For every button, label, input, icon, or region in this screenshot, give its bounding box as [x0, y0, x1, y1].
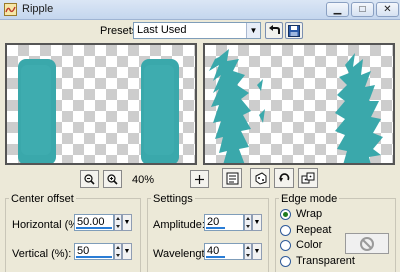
- settings-title: Settings: [151, 193, 195, 205]
- edge-mode-title: Edge mode: [279, 193, 340, 205]
- maximize-button[interactable]: □: [351, 2, 374, 17]
- pan-button[interactable]: [190, 170, 209, 188]
- center-offset-group: [5, 198, 141, 272]
- close-button[interactable]: ✕: [376, 2, 399, 17]
- horizontal-dropdown[interactable]: ▼: [122, 214, 132, 231]
- wavelength-input[interactable]: 40: [204, 243, 244, 260]
- proof-toggle-button[interactable]: [222, 168, 242, 188]
- zoom-in-icon: [107, 173, 118, 185]
- proof-icon: [226, 172, 238, 184]
- radio-color-label: Color: [296, 239, 323, 251]
- reset-preset-button[interactable]: [265, 22, 283, 39]
- undo-arrow-icon: [268, 25, 280, 34]
- preview-after-image: [207, 49, 383, 163]
- edge-mode-wrap[interactable]: Wrap: [280, 207, 322, 221]
- edge-mode-transparent[interactable]: Transparent: [280, 254, 355, 268]
- amplitude-dropdown[interactable]: ▼: [252, 214, 262, 231]
- edge-color-swatch[interactable]: [345, 233, 389, 254]
- randomize-settings-button[interactable]: [298, 168, 318, 188]
- minimize-button[interactable]: ▁: [326, 2, 349, 17]
- dice-pair-icon: [301, 172, 315, 183]
- edge-mode-repeat[interactable]: Repeat: [280, 223, 331, 237]
- no-color-icon: [360, 236, 374, 251]
- amplitude-input[interactable]: 20: [204, 214, 244, 231]
- radio-repeat-label: Repeat: [296, 224, 332, 236]
- before-preview[interactable]: [5, 43, 197, 165]
- horizontal-input[interactable]: 50.00: [74, 214, 114, 231]
- radio-repeat[interactable]: [280, 224, 291, 236]
- vertical-input[interactable]: 50: [74, 243, 114, 260]
- radio-wrap-label: Wrap: [296, 208, 323, 220]
- vertical-label: Vertical (%):: [12, 248, 72, 260]
- wavelength-slider-bar[interactable]: [206, 256, 225, 258]
- amplitude-spinner[interactable]: [244, 214, 252, 231]
- radio-transparent[interactable]: [280, 255, 291, 267]
- zoom-out-button[interactable]: [80, 170, 99, 188]
- dice-icon: [255, 171, 266, 185]
- horizontal-spinner[interactable]: [114, 214, 122, 231]
- edge-mode-color[interactable]: Color: [280, 238, 322, 252]
- wavelength-dropdown[interactable]: ▼: [252, 243, 262, 260]
- center-offset-title: Center offset: [9, 193, 76, 205]
- randomize-button[interactable]: [250, 168, 270, 188]
- zoom-out-icon: [84, 173, 95, 185]
- zoom-level: 40%: [132, 174, 155, 186]
- title-bar: Ripple ▁ □ ✕: [0, 0, 400, 20]
- vertical-spinner[interactable]: [114, 243, 122, 260]
- vertical-slider-bar[interactable]: [76, 256, 112, 258]
- settings-group: [147, 198, 269, 272]
- amplitude-slider-bar[interactable]: [206, 227, 225, 229]
- zoom-in-button[interactable]: [103, 170, 122, 188]
- move-cross-icon: [195, 174, 204, 184]
- wavelength-spinner[interactable]: [244, 243, 252, 260]
- presets-value: Last Used: [137, 24, 187, 36]
- preview-before-image: [18, 59, 179, 163]
- radio-color[interactable]: [280, 239, 291, 251]
- save-icon: [288, 24, 300, 37]
- app-icon: [4, 3, 17, 16]
- chevron-down-icon[interactable]: ▼: [246, 23, 260, 38]
- radio-wrap[interactable]: [280, 208, 291, 220]
- after-preview[interactable]: [203, 43, 395, 165]
- presets-dropdown[interactable]: Last Used ▼: [133, 22, 261, 39]
- save-preset-button[interactable]: [285, 22, 303, 39]
- amplitude-label: Amplitude:: [153, 219, 205, 231]
- window-title: Ripple: [22, 3, 54, 15]
- radio-transparent-label: Transparent: [296, 255, 355, 267]
- vertical-dropdown[interactable]: ▼: [122, 243, 132, 260]
- reset-icon: [278, 172, 289, 182]
- horizontal-slider-bar[interactable]: [76, 227, 112, 229]
- reset-defaults-button[interactable]: [274, 168, 294, 188]
